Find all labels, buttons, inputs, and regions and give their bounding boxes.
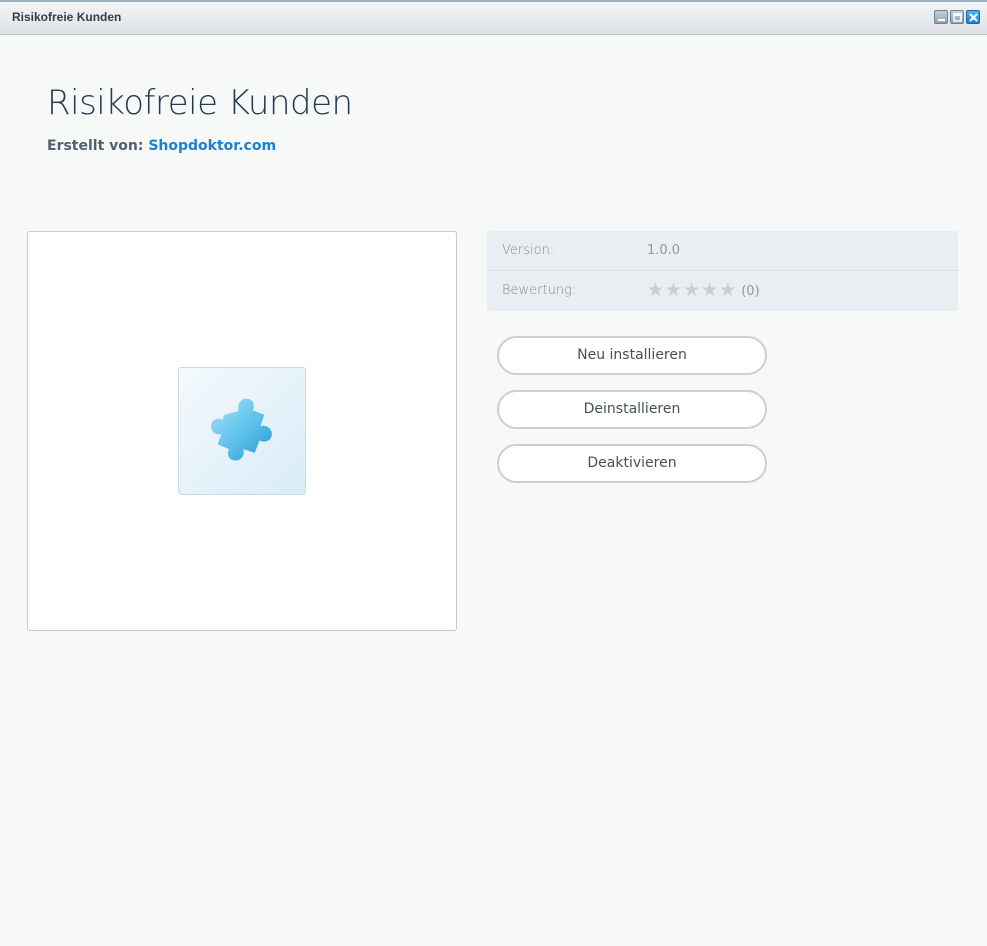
reinstall-button[interactable]: Neu installieren (497, 336, 767, 375)
author-link[interactable]: Shopdoktor.com (148, 138, 276, 154)
star-icon: ★ (665, 280, 683, 301)
close-icon[interactable] (966, 10, 980, 24)
author-label: Erstellt von: (47, 138, 144, 154)
version-label: Version: (502, 243, 555, 258)
window-title: Risikofreie Kunden (12, 10, 122, 24)
star-icon: ★ (683, 280, 701, 301)
star-icon: ★ (719, 280, 737, 301)
rating-stars: ★ ★ ★ ★ ★ (0) (647, 281, 760, 301)
plugin-title: Risikofreie Kunden (47, 83, 353, 123)
version-value: 1.0.0 (647, 243, 681, 258)
window-titlebar: Risikofreie Kunden (0, 0, 987, 35)
plugin-preview (27, 231, 457, 631)
author-line: Erstellt von: Shopdoktor.com (47, 138, 276, 154)
star-icon: ★ (647, 280, 665, 301)
maximize-icon[interactable] (950, 10, 964, 24)
version-row: Version: 1.0.0 (487, 231, 958, 271)
uninstall-button[interactable]: Deinstallieren (497, 390, 767, 429)
rating-label: Bewertung: (502, 283, 577, 298)
window-controls (934, 10, 980, 24)
minimize-icon[interactable] (934, 10, 948, 24)
plugin-detail-panel: Risikofreie Kunden Erstellt von: Shopdok… (0, 35, 987, 946)
plugin-info-box: Version: 1.0.0 Bewertung: ★ ★ ★ ★ ★ (0) (487, 231, 958, 311)
rating-count: (0) (741, 283, 760, 299)
plugin-icon-tile (178, 367, 306, 495)
deactivate-button[interactable]: Deaktivieren (497, 444, 767, 483)
puzzle-piece-icon (211, 398, 272, 461)
rating-row: Bewertung: ★ ★ ★ ★ ★ (0) (487, 271, 958, 311)
star-icon: ★ (701, 280, 719, 301)
